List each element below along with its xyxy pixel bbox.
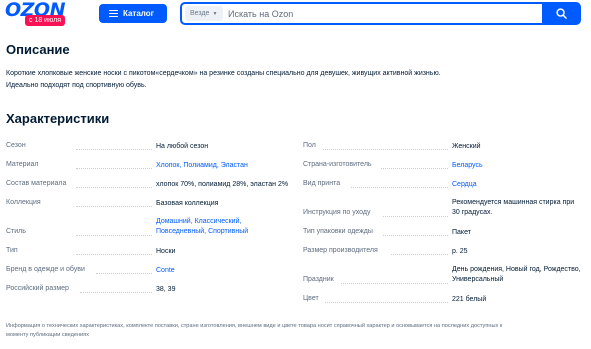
char-value: Пакет: [452, 229, 471, 236]
char-label: Тип: [6, 247, 18, 254]
chevron-down-icon: ▼: [212, 10, 218, 17]
search-input[interactable]: [228, 6, 518, 21]
disclaimer-line: Информация о технических характеристиках…: [6, 323, 503, 329]
char-value: 221 белый: [452, 296, 487, 303]
char-label: Страна-изготовитель: [303, 161, 372, 168]
char-label: Праздник: [303, 276, 334, 283]
dotted-leader: [383, 216, 448, 217]
catalog-button[interactable]: Каталог: [99, 4, 167, 23]
char-value: хлопок 70%, полиамид 28%, эластан 2%: [156, 181, 289, 188]
char-value: р. 25: [452, 248, 468, 255]
disclaimer-line: моменту публикации сведениях: [6, 332, 90, 338]
dotted-leader: [341, 283, 448, 284]
char-value-link[interactable]: Хлопок, Полиамид, Эластан: [156, 161, 248, 170]
char-value: Базовая коллекция: [156, 200, 219, 207]
ozon-logo[interactable]: OZON с 18 июля: [5, 0, 77, 28]
char-value: 38, 39: [156, 286, 176, 293]
dotted-leader: [76, 235, 152, 236]
char-label: Состав материала: [6, 180, 67, 187]
char-value: Женский: [452, 143, 481, 150]
description-text: Короткие хлопковые женские носки с пикот…: [6, 68, 526, 92]
dotted-leader: [76, 168, 152, 169]
char-label: Цвет: [303, 295, 319, 302]
char-value-link[interactable]: Беларусь: [452, 161, 483, 170]
dotted-leader: [76, 187, 152, 188]
description-line: Идеально подходят под спортивную обувь.: [6, 82, 147, 89]
char-label: Инструкция по уходу: [303, 209, 371, 216]
char-label: Бренд в одежде и обуви: [6, 266, 85, 273]
dotted-leader: [325, 302, 448, 303]
dotted-leader: [381, 168, 448, 169]
char-label: Коллекция: [6, 199, 41, 206]
characteristics-title: Характеристики: [6, 111, 110, 126]
char-value: 30 градусах.: [452, 209, 493, 216]
char-label: Тип упаковки одежды: [303, 228, 373, 235]
dotted-leader: [80, 292, 152, 293]
dotted-leader: [76, 206, 152, 207]
dotted-leader: [383, 235, 448, 236]
char-label: Российский размер: [6, 285, 69, 292]
search-bar: Везде ▼: [180, 2, 581, 25]
search-button[interactable]: [542, 2, 580, 25]
char-value-link[interactable]: Повседневный, Спортивный: [156, 227, 248, 236]
dotted-leader: [76, 254, 152, 255]
catalog-label: Каталог: [123, 9, 154, 18]
char-label: Материал: [6, 161, 39, 168]
dotted-leader: [391, 254, 448, 255]
char-label: Пол: [303, 142, 316, 149]
char-value: Носки: [156, 248, 176, 255]
char-label: Размер производителя: [303, 247, 378, 254]
disclaimer-note: Информация о технических характеристиках…: [6, 322, 586, 340]
search-scope-select[interactable]: Везде ▼: [185, 6, 223, 21]
dotted-leader: [351, 187, 448, 188]
dotted-leader: [96, 273, 152, 274]
search-scope-label: Везде: [190, 10, 210, 17]
char-value-link[interactable]: Домашний, Классический,: [156, 217, 241, 226]
dotted-leader: [323, 149, 448, 150]
char-label: Стиль: [6, 228, 26, 235]
char-label: Сезон: [6, 142, 26, 149]
header: OZON с 18 июля Каталог Везде ▼: [0, 0, 591, 30]
description-title: Описание: [6, 42, 70, 57]
char-value-link[interactable]: Сердца: [452, 180, 477, 189]
char-value: На любой сезон: [156, 143, 209, 150]
menu-icon: [109, 10, 118, 18]
description-line: Короткие хлопковые женские носки с пикот…: [6, 70, 441, 77]
logo-badge: с 18 июля: [25, 15, 66, 26]
char-label: Вид принта: [303, 180, 341, 187]
search-icon: [555, 8, 567, 19]
char-value: Универсальный: [452, 276, 504, 283]
char-value: Рекомендуется машинная стирка при: [452, 199, 575, 206]
char-value: День рождения, Новый год, Рождество,: [452, 266, 581, 273]
char-value-link[interactable]: Conte: [156, 266, 175, 275]
dotted-leader: [76, 149, 152, 150]
